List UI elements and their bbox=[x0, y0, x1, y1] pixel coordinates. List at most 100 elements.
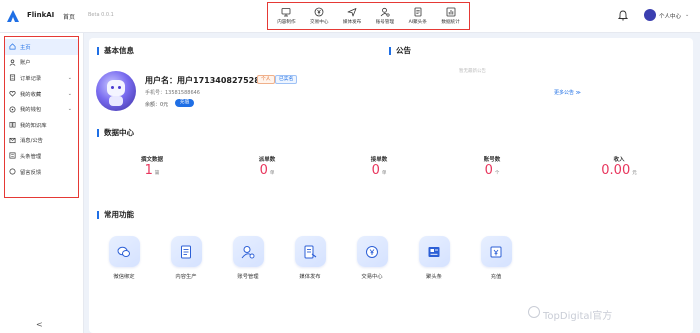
account-manage-icon bbox=[241, 245, 255, 258]
flinkai-logo-icon[interactable] bbox=[6, 9, 20, 23]
username: 用户名：用户1713408275283 bbox=[145, 76, 266, 85]
top-nav: 内容制作 交易中心 媒体发布 账号管理 AI聚头条 数据统计 bbox=[267, 2, 470, 30]
stat-value: 0 bbox=[371, 163, 380, 178]
topnav-label: 内容制作 bbox=[277, 20, 296, 25]
stat-value: 0 bbox=[484, 163, 493, 178]
func-wechat-bind[interactable]: 微信绑定 bbox=[102, 236, 146, 280]
chevron-down-icon: ⌄ bbox=[67, 90, 72, 97]
func-label: 充值 bbox=[490, 274, 502, 280]
sidebar-item-home[interactable]: 主页 bbox=[5, 39, 78, 55]
trade-icon bbox=[366, 245, 378, 258]
functions-title: 常用功能 bbox=[97, 211, 134, 219]
knowledge-icon bbox=[9, 121, 16, 128]
topnav-label: 媒体发布 bbox=[342, 20, 362, 25]
stat-label: 派单数 bbox=[258, 157, 276, 163]
more-notices-link[interactable]: 更多公告 ≫ bbox=[554, 89, 581, 96]
sidebar-item-knowledge-base[interactable]: 我的知识库 bbox=[5, 117, 78, 133]
stat-label: 接单数 bbox=[370, 157, 388, 163]
topnav-ai-headlines[interactable]: AI聚头条 bbox=[404, 7, 431, 25]
stat-value: 0.00 bbox=[601, 163, 631, 178]
user-icon bbox=[9, 59, 16, 66]
topnav-label: 数据统计 bbox=[441, 20, 460, 25]
data-center-title: 数据中心 bbox=[97, 129, 134, 137]
func-news-aggregate[interactable]: 聚头条 bbox=[412, 236, 456, 280]
balance: 余额：0元 bbox=[145, 102, 169, 108]
stat-unit: 单 bbox=[269, 171, 275, 176]
user-avatar[interactable] bbox=[644, 9, 656, 21]
sidebar-item-favorites[interactable]: 我的收藏 ⌄ bbox=[5, 86, 78, 102]
stat-value: 0 bbox=[259, 163, 268, 178]
document-icon bbox=[414, 7, 422, 17]
func-label: 账号管理 bbox=[237, 274, 259, 280]
chart-icon bbox=[446, 7, 455, 17]
func-label: 微信绑定 bbox=[113, 274, 135, 280]
watermark-logo-icon bbox=[528, 306, 540, 318]
sidebar-item-label: 我的收藏 bbox=[20, 91, 42, 98]
home-icon bbox=[9, 43, 16, 50]
news-icon bbox=[9, 152, 16, 159]
phone-number: 手机号：13581588646 bbox=[145, 90, 200, 96]
sidebar-item-orders[interactable]: 订单记录 ⌄ bbox=[5, 70, 78, 86]
stat-label: 账号数 bbox=[483, 157, 501, 163]
func-account-management[interactable]: 账号管理 bbox=[226, 236, 270, 280]
stat-value: 1 bbox=[144, 163, 153, 178]
func-label: 内容生产 bbox=[175, 274, 197, 280]
topnav-account-manage[interactable]: 账号管理 bbox=[371, 7, 398, 25]
message-icon bbox=[9, 137, 16, 144]
chevron-down-icon: ⌄ bbox=[67, 74, 72, 81]
notice-title: 公告 bbox=[389, 47, 411, 55]
wallet-icon bbox=[9, 106, 16, 113]
topnav-label: 交易中心 bbox=[310, 20, 329, 25]
sidebar-item-label: 头条管理 bbox=[20, 153, 42, 160]
top-bar: FlinkAI 首页 Beta 0.0.1 内容制作 交易中心 媒体发布 账号管… bbox=[0, 0, 700, 33]
sidebar-collapse-button[interactable]: < bbox=[36, 320, 43, 329]
stat-income[interactable]: 收入 0.00 元 bbox=[579, 155, 659, 178]
stat-articles[interactable]: 撰文数据 1篇 bbox=[112, 155, 192, 178]
news-aggregate-icon bbox=[428, 246, 440, 257]
version-label: Beta 0.0.1 bbox=[88, 12, 114, 18]
personal-badge: 个人 bbox=[257, 75, 275, 84]
sidebar-item-messages[interactable]: 消息/公告 bbox=[5, 133, 78, 149]
func-media-publish[interactable]: 媒体发布 bbox=[288, 236, 332, 280]
chevron-down-icon[interactable]: ⌄ bbox=[685, 12, 689, 18]
chevron-down-icon: ⌄ bbox=[67, 106, 72, 113]
home-link[interactable]: 首页 bbox=[63, 12, 75, 21]
sidebar-item-feedback[interactable]: 留言反馈 bbox=[5, 164, 78, 180]
func-label: 媒体发布 bbox=[299, 274, 321, 280]
profile-avatar[interactable] bbox=[96, 71, 136, 111]
sidebar-item-headline-manage[interactable]: 头条管理 bbox=[5, 148, 78, 164]
topnav-trade-center[interactable]: 交易中心 bbox=[306, 7, 333, 25]
monitor-icon bbox=[282, 8, 291, 17]
sidebar-item-account[interactable]: 账户 bbox=[5, 55, 78, 71]
user-center-link[interactable]: 个人中心 bbox=[659, 12, 681, 20]
sidebar-item-wallet[interactable]: 我的钱包 ⌄ bbox=[5, 101, 78, 117]
sidebar-item-label: 账户 bbox=[20, 60, 31, 67]
bell-icon[interactable] bbox=[618, 10, 628, 21]
stat-label: 撰文数据 bbox=[140, 157, 163, 163]
stat-unit: 元 bbox=[632, 171, 637, 176]
func-trade-center[interactable]: 交易中心 bbox=[350, 236, 394, 280]
sidebar-item-label: 消息/公告 bbox=[20, 138, 43, 145]
app-name[interactable]: FlinkAI bbox=[27, 11, 54, 19]
func-content-production[interactable]: 内容生产 bbox=[164, 236, 208, 280]
stat-accounts[interactable]: 账号数 0个 bbox=[452, 155, 532, 178]
topnav-data-statistics[interactable]: 数据统计 bbox=[437, 7, 464, 25]
stat-unit: 个 bbox=[494, 171, 500, 176]
media-publish-icon bbox=[304, 245, 317, 258]
stat-accepted[interactable]: 接单数 0单 bbox=[339, 155, 419, 178]
stat-dispatched[interactable]: 派单数 0单 bbox=[227, 155, 307, 178]
yuan-circle-icon bbox=[314, 7, 324, 17]
recharge-button[interactable]: 充值 bbox=[175, 99, 194, 107]
stat-label: 收入 bbox=[613, 157, 625, 163]
topnav-media-publish[interactable]: 媒体发布 bbox=[339, 7, 366, 25]
send-icon bbox=[347, 8, 357, 17]
content-icon bbox=[181, 245, 191, 258]
heart-icon bbox=[9, 90, 16, 97]
main-content: 基本信息 用户名：用户1713408275283 个人 已实名 手机号：1358… bbox=[89, 38, 693, 333]
watermark-text: TopDigital官方 bbox=[543, 311, 613, 322]
order-icon bbox=[9, 74, 16, 81]
topnav-label: AI聚头条 bbox=[408, 20, 427, 25]
topnav-content-creation[interactable]: 内容制作 bbox=[273, 7, 300, 25]
sidebar: 主页 账户 订单记录 ⌄ 我的收藏 ⌄ 我的钱包 ⌄ 我的知识库 消息/公告 头… bbox=[0, 33, 84, 333]
func-recharge[interactable]: 充值 bbox=[474, 236, 518, 280]
